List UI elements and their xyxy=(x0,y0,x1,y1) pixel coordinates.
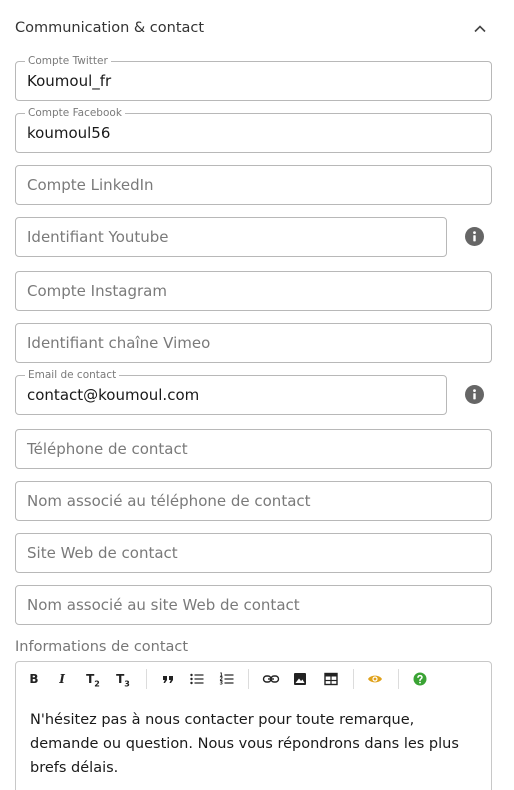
website-name-field-placeholder: Nom associé au site Web de contact xyxy=(27,596,300,614)
facebook-field[interactable]: Compte Facebook koumoul56 xyxy=(15,107,492,153)
facebook-field-value[interactable]: koumoul56 xyxy=(27,124,110,142)
website-name-field[interactable]: Nom associé au site Web de contact xyxy=(15,585,492,625)
link-icon[interactable] xyxy=(262,670,280,688)
toolbar-divider xyxy=(248,669,249,689)
vimeo-field-placeholder: Identifiant chaîne Vimeo xyxy=(27,334,211,352)
twitter-field-label: Compte Twitter xyxy=(25,55,111,67)
email-info-icon[interactable] xyxy=(465,385,484,404)
linkedin-field-placeholder: Compte LinkedIn xyxy=(27,176,154,194)
email-field-value[interactable]: contact@koumoul.com xyxy=(27,386,199,404)
phone-field[interactable]: Téléphone de contact xyxy=(15,429,492,469)
toolbar-divider xyxy=(146,669,147,689)
title2-button-level: 2 xyxy=(94,679,100,689)
toolbar-divider xyxy=(398,669,399,689)
website-field[interactable]: Site Web de contact xyxy=(15,533,492,573)
help-icon[interactable] xyxy=(412,670,428,688)
twitter-field-value[interactable]: Koumoul_fr xyxy=(27,72,111,90)
numbered-list-icon[interactable]: 1 2 3 xyxy=(219,670,235,688)
title3-button-level: 3 xyxy=(124,679,130,689)
rich-text-editor[interactable]: B I T2 T3 1 2 3 N'hésitez pas à nous con… xyxy=(15,661,492,790)
bold-button[interactable]: B xyxy=(28,670,40,688)
email-field[interactable]: Email de contact contact@koumoul.com xyxy=(15,369,447,415)
bullet-list-icon[interactable] xyxy=(189,670,205,688)
editor-toolbar: B I T2 T3 1 2 3 xyxy=(16,662,491,696)
eye-icon[interactable] xyxy=(367,670,383,688)
linkedin-field[interactable]: Compte LinkedIn xyxy=(15,165,492,205)
chevron-up-icon[interactable] xyxy=(473,22,487,36)
phone-field-placeholder: Téléphone de contact xyxy=(27,440,188,458)
editor-content[interactable]: N'hésitez pas à nous contacter pour tout… xyxy=(30,708,482,780)
table-icon[interactable] xyxy=(324,670,338,688)
section-title: Communication & contact xyxy=(15,20,205,36)
website-field-placeholder: Site Web de contact xyxy=(27,544,178,562)
instagram-field-placeholder: Compte Instagram xyxy=(27,282,167,300)
youtube-field[interactable]: Identifiant Youtube xyxy=(15,217,447,257)
email-field-label: Email de contact xyxy=(25,369,120,381)
image-icon[interactable] xyxy=(293,670,307,688)
title2-button[interactable]: T2 xyxy=(82,670,104,688)
editor-label: Informations de contact xyxy=(15,639,189,655)
svg-text:3: 3 xyxy=(220,681,224,687)
youtube-info-icon[interactable] xyxy=(465,227,484,246)
instagram-field[interactable]: Compte Instagram xyxy=(15,271,492,311)
quote-icon[interactable] xyxy=(161,670,175,688)
facebook-field-label: Compte Facebook xyxy=(25,107,125,119)
phone-name-field[interactable]: Nom associé au téléphone de contact xyxy=(15,481,492,521)
toolbar-divider xyxy=(353,669,354,689)
phone-name-field-placeholder: Nom associé au téléphone de contact xyxy=(27,492,311,510)
youtube-field-placeholder: Identifiant Youtube xyxy=(27,228,169,246)
vimeo-field[interactable]: Identifiant chaîne Vimeo xyxy=(15,323,492,363)
section-header[interactable]: Communication & contact xyxy=(15,17,493,41)
italic-button[interactable]: I xyxy=(56,670,68,688)
title3-button[interactable]: T3 xyxy=(112,670,134,688)
twitter-field[interactable]: Compte Twitter Koumoul_fr xyxy=(15,55,492,101)
